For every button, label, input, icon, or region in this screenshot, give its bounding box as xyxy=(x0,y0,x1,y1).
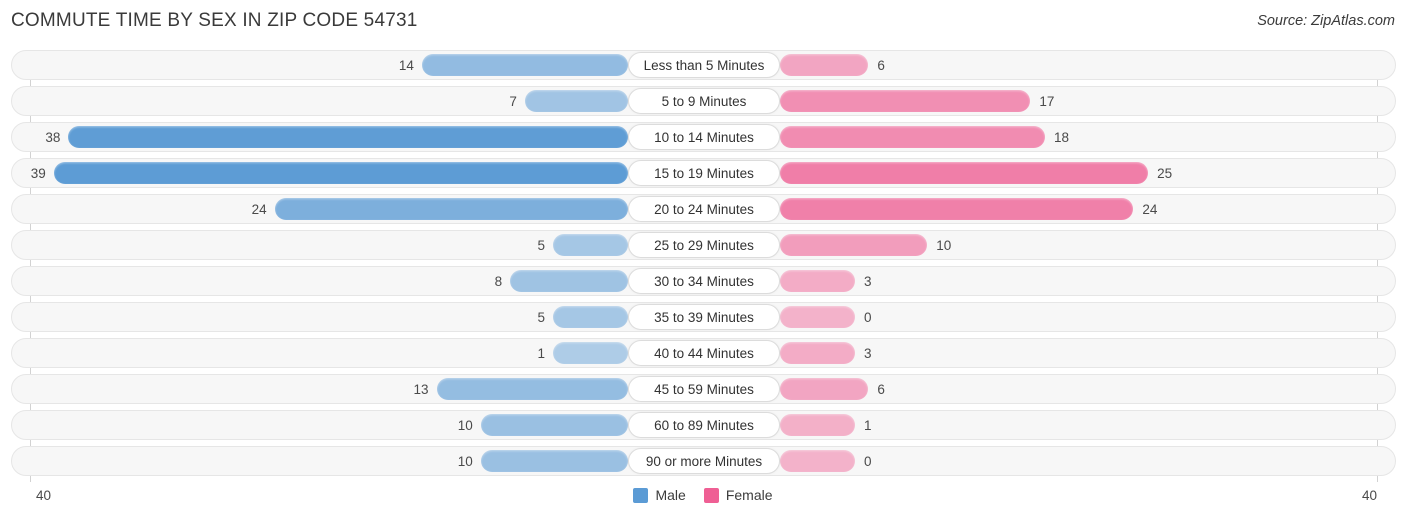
chart-header: COMMUTE TIME BY SEX IN ZIP CODE 54731 So… xyxy=(0,0,1406,44)
bar-value-female: 0 xyxy=(864,454,872,469)
bar-value-male: 24 xyxy=(251,202,267,217)
bar-value-male: 39 xyxy=(30,166,46,181)
category-label: 90 or more Minutes xyxy=(628,448,780,474)
bar-female[interactable] xyxy=(780,306,855,328)
bar-value-female: 3 xyxy=(864,346,872,361)
bar-value-female: 6 xyxy=(877,382,885,397)
bar-female[interactable] xyxy=(780,162,1149,184)
category-label: 40 to 44 Minutes xyxy=(628,340,780,366)
category-label: Less than 5 Minutes xyxy=(628,52,780,78)
bar-value-female: 6 xyxy=(877,58,885,73)
bar-male[interactable] xyxy=(553,306,628,328)
category-label: 45 to 59 Minutes xyxy=(628,376,780,402)
category-label: 15 to 19 Minutes xyxy=(628,160,780,186)
bar-value-male: 14 xyxy=(398,58,414,73)
row-inner: 8 3 30 to 34 Minutes xyxy=(12,267,1395,295)
table-row: 7 17 5 to 9 Minutes xyxy=(11,86,1396,116)
table-row: 24 24 20 to 24 Minutes xyxy=(11,194,1396,224)
bar-value-male: 8 xyxy=(494,274,503,289)
legend-label-female: Female xyxy=(725,487,773,503)
bar-male[interactable] xyxy=(53,162,628,184)
bar-female[interactable] xyxy=(780,126,1046,148)
bar-female[interactable] xyxy=(780,270,855,292)
bar-value-female: 3 xyxy=(864,274,872,289)
legend-item-female[interactable]: Female xyxy=(703,487,773,503)
commute-time-chart: COMMUTE TIME BY SEX IN ZIP CODE 54731 So… xyxy=(0,0,1406,523)
bar-male[interactable] xyxy=(553,342,628,364)
table-row: 13 6 45 to 59 Minutes xyxy=(11,374,1396,404)
legend-item-male[interactable]: Male xyxy=(633,487,686,503)
bar-value-male: 10 xyxy=(457,418,473,433)
table-row: 10 0 90 or more Minutes xyxy=(11,446,1396,476)
category-label: 30 to 34 Minutes xyxy=(628,268,780,294)
bar-value-female: 10 xyxy=(936,238,952,253)
row-inner: 10 1 60 to 89 Minutes xyxy=(12,411,1395,439)
bar-male[interactable] xyxy=(68,126,628,148)
bar-female[interactable] xyxy=(780,234,928,256)
bar-female[interactable] xyxy=(780,450,855,472)
category-label: 25 to 29 Minutes xyxy=(628,232,780,258)
bar-female[interactable] xyxy=(780,414,855,436)
chart-footer: 40 40 Male Female xyxy=(0,484,1406,523)
bar-value-male: 13 xyxy=(413,382,429,397)
table-row: 39 25 15 to 19 Minutes xyxy=(11,158,1396,188)
bar-value-female: 24 xyxy=(1142,202,1158,217)
row-inner: 24 24 20 to 24 Minutes xyxy=(12,195,1395,223)
legend: Male Female xyxy=(0,487,1406,503)
table-row: 38 18 10 to 14 Minutes xyxy=(11,122,1396,152)
bar-male[interactable] xyxy=(436,378,628,400)
bar-female[interactable] xyxy=(780,378,869,400)
bar-male[interactable] xyxy=(480,414,628,436)
bar-female[interactable] xyxy=(780,198,1134,220)
table-row: 14 6 Less than 5 Minutes xyxy=(11,50,1396,80)
row-inner: 38 18 10 to 14 Minutes xyxy=(12,123,1395,151)
row-inner: 7 17 5 to 9 Minutes xyxy=(12,87,1395,115)
row-inner: 13 6 45 to 59 Minutes xyxy=(12,375,1395,403)
row-inner: 5 10 25 to 29 Minutes xyxy=(12,231,1395,259)
source-attribution: Source: ZipAtlas.com xyxy=(1257,13,1395,29)
bar-value-female: 0 xyxy=(864,310,872,325)
legend-swatch-female xyxy=(703,487,719,503)
table-row: 5 0 35 to 39 Minutes xyxy=(11,302,1396,332)
table-row: 10 1 60 to 89 Minutes xyxy=(11,410,1396,440)
category-label: 5 to 9 Minutes xyxy=(628,88,780,114)
row-inner: 1 3 40 to 44 Minutes xyxy=(12,339,1395,367)
bar-value-male: 1 xyxy=(537,346,545,361)
row-inner: 5 0 35 to 39 Minutes xyxy=(12,303,1395,331)
row-inner: 10 0 90 or more Minutes xyxy=(12,447,1395,475)
bar-value-female: 18 xyxy=(1054,130,1070,145)
table-row: 5 10 25 to 29 Minutes xyxy=(11,230,1396,260)
bar-male[interactable] xyxy=(274,198,628,220)
bar-value-male: 38 xyxy=(45,130,61,145)
bar-value-male: 10 xyxy=(457,454,473,469)
bar-value-female: 17 xyxy=(1039,94,1055,109)
legend-label-male: Male xyxy=(655,487,686,503)
plot-area: 14 6 Less than 5 Minutes 7 17 5 to 9 Minutes 3… xyxy=(0,50,1406,482)
page-title: COMMUTE TIME BY SEX IN ZIP CODE 54731 xyxy=(11,10,418,31)
bar-male[interactable] xyxy=(553,234,628,256)
legend-swatch-male xyxy=(633,487,649,503)
category-label: 35 to 39 Minutes xyxy=(628,304,780,330)
bar-value-female: 1 xyxy=(864,418,872,433)
table-row: 8 3 30 to 34 Minutes xyxy=(11,266,1396,296)
row-inner: 14 6 Less than 5 Minutes xyxy=(12,51,1395,79)
bar-value-male: 5 xyxy=(537,238,545,253)
bar-female[interactable] xyxy=(780,90,1031,112)
bar-male[interactable] xyxy=(524,90,628,112)
bar-male[interactable] xyxy=(480,450,628,472)
bar-female[interactable] xyxy=(780,54,869,76)
bar-value-female: 25 xyxy=(1157,166,1173,181)
table-row: 1 3 40 to 44 Minutes xyxy=(11,338,1396,368)
bar-female[interactable] xyxy=(780,342,855,364)
category-label: 20 to 24 Minutes xyxy=(628,196,780,222)
bar-value-male: 5 xyxy=(537,310,545,325)
row-inner: 39 25 15 to 19 Minutes xyxy=(12,159,1395,187)
bar-male[interactable] xyxy=(421,54,628,76)
category-label: 10 to 14 Minutes xyxy=(628,124,780,150)
category-label: 60 to 89 Minutes xyxy=(628,412,780,438)
bar-value-male: 7 xyxy=(509,94,517,109)
bar-male[interactable] xyxy=(510,270,628,292)
